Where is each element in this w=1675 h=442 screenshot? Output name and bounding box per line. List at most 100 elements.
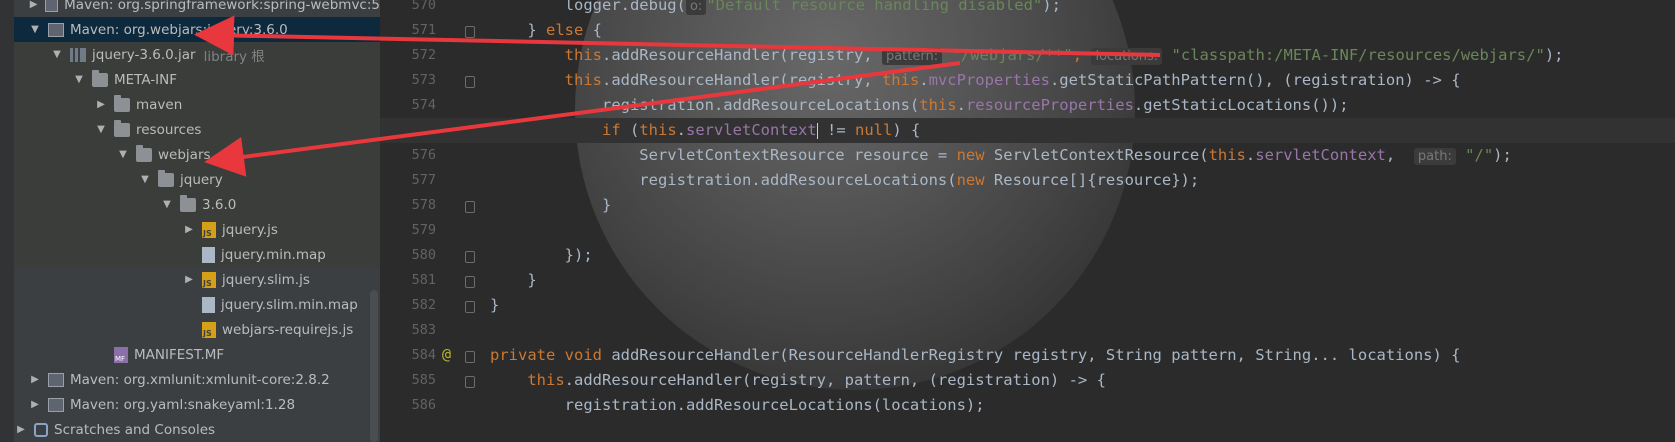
code-line[interactable]: registration.addResourceLocations(locati…: [490, 393, 985, 418]
line-number: 582: [411, 297, 436, 313]
keyword: if: [601, 121, 621, 139]
line-number-gutter: 570 571 572 573 574 575 576 577 578 579 …: [380, 0, 442, 442]
chevron-down-icon[interactable]: ▼: [72, 74, 86, 85]
code-line[interactable]: private void addResourceHandler(Resource…: [490, 343, 1461, 368]
chevron-down-icon[interactable]: ▼: [160, 199, 174, 210]
code-text: );: [1493, 146, 1512, 164]
code-line[interactable]: } else {: [490, 18, 602, 43]
keyword: this: [1208, 146, 1246, 164]
chevron-right-icon[interactable]: ▶: [28, 399, 42, 410]
tree-item-jquery-folder[interactable]: ▼ jquery: [14, 167, 380, 192]
line-number: 584: [411, 347, 436, 363]
tree-item-jquery-slim-js[interactable]: ▶ JS jquery.slim.js: [14, 267, 380, 292]
tree-item-jquery-js[interactable]: ▶ JS jquery.js: [14, 217, 380, 242]
fold-marker-icon[interactable]: [465, 76, 475, 88]
code-editor[interactable]: 570 571 572 573 574 575 576 577 578 579 …: [380, 0, 1675, 442]
folder-icon: [158, 169, 174, 187]
tree-item-xmlunit[interactable]: ▶ Maven: org.xmlunit:xmlunit-core:2.8.2: [14, 367, 380, 392]
parameter-hint: locations:: [1091, 48, 1163, 65]
tree-item-webjars[interactable]: ▼ webjars: [14, 142, 380, 167]
keyword: null: [854, 121, 893, 139]
string-literal: "/": [1465, 146, 1494, 164]
tree-item-maven[interactable]: ▶ maven: [14, 92, 380, 117]
fold-marker-icon[interactable]: [465, 351, 475, 363]
tree-item-version-folder[interactable]: ▼ 3.6.0: [14, 192, 380, 217]
chevron-down-icon[interactable]: ▼: [94, 124, 108, 135]
library-icon: [70, 47, 86, 62]
code-line[interactable]: registration.addResourceLocations(this.r…: [490, 93, 1349, 118]
code-line[interactable]: this.addResourceHandler(registry, this.m…: [490, 68, 1461, 93]
project-tree-panel[interactable]: ▶ Maven: org.springframework:spring-webm…: [0, 0, 380, 442]
tree-item-manifest[interactable]: ▶ MF MANIFEST.MF: [14, 342, 380, 367]
line-number: 586: [411, 397, 436, 413]
code-line[interactable]: this.addResourceHandler(registry, patter…: [490, 43, 1563, 68]
tree-item-spring-webmvc[interactable]: ▶ Maven: org.springframework:spring-webm…: [14, 0, 380, 17]
field-reference: servletContext: [686, 121, 817, 139]
keyword: this: [919, 96, 957, 114]
code-line[interactable]: logger.debug(o: "Default resource handlin…: [490, 0, 1061, 18]
code-line[interactable]: ServletContextResource resource = new Se…: [490, 143, 1512, 168]
code-line[interactable]: }: [490, 268, 536, 293]
chevron-right-icon[interactable]: ▶: [28, 374, 42, 385]
code-line-current[interactable]: if (this.servletContext != null) {: [380, 118, 1675, 143]
fold-marker-icon[interactable]: [465, 301, 475, 313]
tree-item-jquery-min-map[interactable]: ▶ jquery.min.map: [14, 242, 380, 267]
tree-item-label: webjars-requirejs.js: [222, 321, 354, 338]
fold-marker-icon[interactable]: [465, 276, 475, 288]
code-line[interactable]: this.addResourceHandler(registry, patter…: [490, 368, 1106, 393]
override-gutter-icon[interactable]: @: [442, 345, 451, 363]
chevron-right-icon[interactable]: ▶: [182, 274, 196, 285]
code-text: .: [956, 96, 966, 114]
line-number: 583: [411, 322, 436, 338]
tree-item-meta-inf[interactable]: ▼ META-INF: [14, 67, 380, 92]
line-number: 581: [411, 272, 436, 288]
code-line[interactable]: }: [490, 293, 499, 318]
code-line[interactable]: });: [490, 243, 593, 268]
ide-window: ▶ Maven: org.springframework:spring-webm…: [0, 0, 1675, 442]
chevron-right-icon[interactable]: ▶: [28, 0, 39, 10]
chevron-down-icon[interactable]: ▼: [50, 49, 64, 60]
fold-marker-icon[interactable]: [465, 376, 475, 388]
chevron-right-icon[interactable]: ▶: [182, 224, 196, 235]
line-number: 585: [411, 372, 436, 388]
tree-item-label: META-INF: [114, 71, 178, 88]
keyword: this: [881, 71, 920, 89]
code-text: ,: [1385, 146, 1414, 164]
tree-item-label: maven: [136, 96, 183, 113]
chevron-down-icon[interactable]: ▼: [116, 149, 130, 160]
fold-marker-icon[interactable]: [465, 251, 475, 263]
code-line[interactable]: registration.addResourceLocations(new Re…: [490, 168, 1199, 193]
line-number: 571: [411, 22, 436, 38]
tree-item-scratches[interactable]: ▶ Scratches and Consoles: [14, 417, 380, 442]
chevron-down-icon[interactable]: ▼: [138, 174, 152, 185]
keyword: this: [639, 121, 677, 139]
field-reference: mvcProperties: [928, 71, 1050, 89]
tree-item-label: 3.6.0: [202, 196, 237, 213]
chevron-right-icon[interactable]: ▶: [94, 99, 108, 110]
javascript-file-icon: JS: [202, 321, 216, 338]
fold-marker-icon[interactable]: [465, 201, 475, 213]
tree-item-jquery-jar[interactable]: ▼ jquery-3.6.0.jar library 根: [14, 42, 380, 67]
maven-icon: [48, 397, 64, 412]
tree-item-jquery-slim-min-map[interactable]: ▶ jquery.slim.min.map: [14, 292, 380, 317]
tree-item-label: jquery.min.map: [221, 246, 326, 263]
chevron-right-icon[interactable]: ▶: [14, 424, 28, 435]
tree-item-resources[interactable]: ▼ resources: [14, 117, 380, 142]
line-number: 579: [411, 222, 436, 238]
tree-item-snakeyaml[interactable]: ▶ Maven: org.yaml:snakeyaml:1.28: [14, 392, 380, 417]
tree-item-webjars-requirejs[interactable]: ▶ JS webjars-requirejs.js: [14, 317, 380, 342]
line-number: 572: [411, 47, 436, 63]
tree-scrollbar[interactable]: [370, 290, 378, 442]
tree-item-label: MANIFEST.MF: [134, 346, 225, 363]
code-text: ServletContextResource(: [984, 146, 1209, 164]
tool-window-stripe: [0, 0, 14, 442]
fold-marker-icon[interactable]: [465, 26, 475, 38]
manifest-file-icon: MF: [114, 346, 128, 363]
code-text: (: [620, 121, 640, 139]
line-number: 574: [411, 97, 436, 113]
code-line[interactable]: }: [490, 193, 611, 218]
chevron-down-icon[interactable]: ▼: [28, 24, 42, 35]
tree-item-webjars-jquery[interactable]: ▼ Maven: org.webjars:jquery:3.6.0: [14, 17, 380, 42]
